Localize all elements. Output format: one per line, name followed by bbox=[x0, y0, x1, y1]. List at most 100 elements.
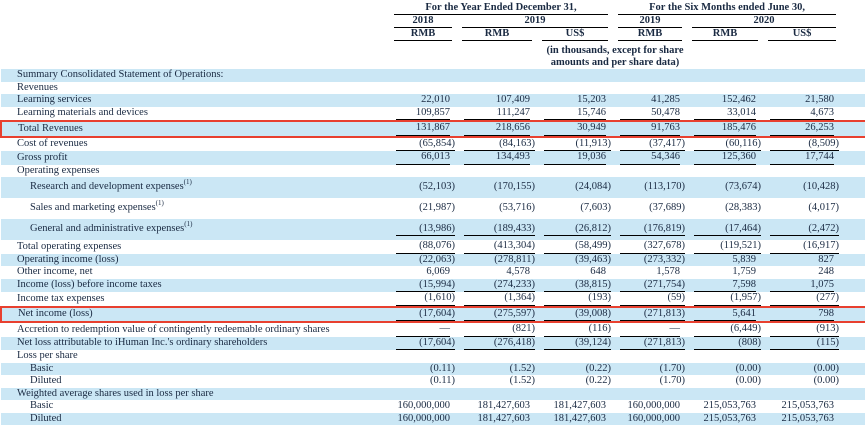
value-cell: 17,744 bbox=[763, 151, 841, 165]
row-label: Operating income (loss) bbox=[1, 254, 389, 267]
row-label: Total Revenues bbox=[1, 121, 389, 137]
value-cell: (275,597) bbox=[457, 307, 537, 323]
row-spacer bbox=[841, 350, 865, 363]
value-cell: (0.00) bbox=[687, 363, 763, 376]
value-cell: (16,917) bbox=[763, 240, 841, 254]
value-cell: 41,285 bbox=[613, 94, 687, 107]
value-cell: (808) bbox=[687, 337, 763, 351]
table-row: Sales and marketing expenses(1)(21,987)(… bbox=[1, 198, 865, 219]
row-spacer bbox=[841, 82, 865, 95]
value-cell bbox=[389, 350, 457, 363]
value-cell: (8,509) bbox=[763, 137, 841, 152]
row-label: Learning services bbox=[1, 94, 389, 107]
value-cell: 131,867 bbox=[389, 121, 457, 137]
table-row-highlighted: Net income (loss)(17,604)(275,597)(39,00… bbox=[1, 307, 865, 323]
footnote-ref: (1) bbox=[184, 178, 192, 186]
header-spacer bbox=[841, 0, 865, 15]
value-cell bbox=[457, 350, 537, 363]
value-cell: 6,069 bbox=[389, 266, 457, 279]
value-cell: (274,233) bbox=[457, 279, 537, 293]
row-label: Cost of revenues bbox=[1, 137, 389, 152]
value-cell: (271,813) bbox=[613, 307, 687, 323]
value-cell: (37,689) bbox=[613, 198, 687, 219]
row-spacer bbox=[841, 400, 865, 413]
value-cell: 50,478 bbox=[613, 107, 687, 122]
value-cell: 15,203 bbox=[537, 94, 613, 107]
row-label: Net income (loss) bbox=[1, 307, 389, 323]
row-label: Basic bbox=[1, 400, 389, 413]
row-label: Diluted bbox=[1, 375, 389, 388]
value-cell: (176,819) bbox=[613, 219, 687, 240]
value-cell: 185,476 bbox=[687, 121, 763, 137]
value-cell bbox=[613, 388, 687, 401]
value-cell: (271,813) bbox=[613, 337, 687, 351]
col-group-six-months-label: For the Six Months ended June 30, bbox=[618, 2, 836, 15]
table-row: Gross profit66,013134,49319,03654,346125… bbox=[1, 151, 865, 165]
table-header: For the Year Ended December 31, For the … bbox=[1, 0, 865, 69]
value-cell bbox=[457, 165, 537, 178]
value-cell: 19,036 bbox=[537, 151, 613, 165]
value-cell: 107,409 bbox=[457, 94, 537, 107]
value-cell: (189,433) bbox=[457, 219, 537, 240]
table-row: Research and development expenses(1)(52,… bbox=[1, 177, 865, 198]
value-cell: 215,053,763 bbox=[687, 400, 763, 413]
value-cell bbox=[389, 69, 457, 82]
value-cell bbox=[763, 69, 841, 82]
value-cell: (170,155) bbox=[457, 177, 537, 198]
table-row: Accretion to redemption value of conting… bbox=[1, 322, 865, 337]
value-cell: 109,857 bbox=[389, 107, 457, 122]
header-spacer bbox=[841, 15, 865, 28]
value-cell: (273,332) bbox=[613, 254, 687, 267]
table-row: Total operating expenses(88,076)(413,304… bbox=[1, 240, 865, 254]
value-cell: 26,253 bbox=[763, 121, 841, 137]
value-cell bbox=[687, 69, 763, 82]
value-cell: (0.00) bbox=[763, 363, 841, 376]
value-cell: 798 bbox=[763, 307, 841, 323]
value-cell: 160,000,000 bbox=[613, 400, 687, 413]
value-cell: (0.11) bbox=[389, 363, 457, 376]
row-label: Operating expenses bbox=[1, 165, 389, 178]
value-cell bbox=[457, 388, 537, 401]
value-cell: 7,598 bbox=[687, 279, 763, 293]
table-row: Summary Consolidated Statement of Operat… bbox=[1, 69, 865, 82]
table-row: Cost of revenues(65,854)(84,163)(11,913)… bbox=[1, 137, 865, 152]
value-cell bbox=[613, 350, 687, 363]
value-cell: (52,103) bbox=[389, 177, 457, 198]
value-cell: (116) bbox=[537, 322, 613, 337]
col-header-usd-2019: US$ bbox=[537, 28, 613, 41]
row-spacer bbox=[841, 69, 865, 82]
header-spacer bbox=[841, 28, 865, 41]
value-cell: (6,449) bbox=[687, 322, 763, 337]
value-cell: 4,578 bbox=[457, 266, 537, 279]
value-cell: (26,812) bbox=[537, 219, 613, 240]
units-note-cell: (in thousands, except for share amounts … bbox=[389, 41, 841, 69]
value-cell: (21,987) bbox=[389, 198, 457, 219]
value-cell bbox=[763, 350, 841, 363]
value-cell: (0.22) bbox=[537, 375, 613, 388]
value-cell: (58,499) bbox=[537, 240, 613, 254]
value-cell: (1.70) bbox=[613, 375, 687, 388]
col-header-rmb-2020: RMB bbox=[687, 28, 763, 41]
value-cell: (4,017) bbox=[763, 198, 841, 219]
value-cell: 181,427,603 bbox=[537, 413, 613, 425]
row-spacer bbox=[841, 94, 865, 107]
value-cell: (1,610) bbox=[389, 292, 457, 307]
value-cell: 160,000,000 bbox=[389, 400, 457, 413]
row-spacer bbox=[841, 322, 865, 337]
value-cell: (84,163) bbox=[457, 137, 537, 152]
col-header-rmb-2019-interim: RMB bbox=[613, 28, 687, 41]
table-row: Loss per share bbox=[1, 350, 865, 363]
row-spacer bbox=[841, 413, 865, 425]
value-cell bbox=[457, 69, 537, 82]
col-header-2018: 2018 bbox=[389, 15, 457, 28]
table-row: Operating income (loss)(22,063)(278,811)… bbox=[1, 254, 865, 267]
table-row: Weighted average shares used in loss per… bbox=[1, 388, 865, 401]
value-cell: 181,427,603 bbox=[537, 400, 613, 413]
value-cell: (271,754) bbox=[613, 279, 687, 293]
value-cell: (7,603) bbox=[537, 198, 613, 219]
table-row: Learning materials and devices109,857111… bbox=[1, 107, 865, 122]
row-spacer bbox=[841, 307, 865, 323]
row-spacer bbox=[841, 375, 865, 388]
value-cell bbox=[687, 165, 763, 178]
table-row: Net loss attributable to iHuman Inc.'s o… bbox=[1, 337, 865, 351]
